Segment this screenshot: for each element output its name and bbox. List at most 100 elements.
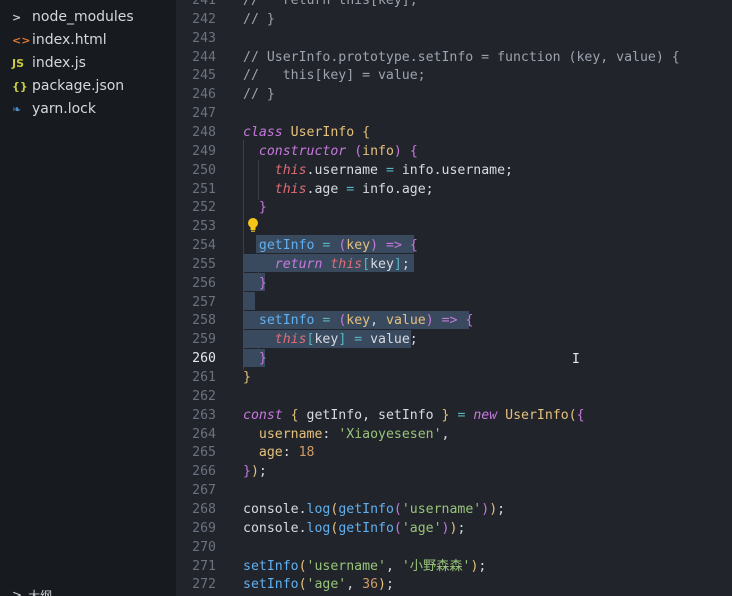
code-line[interactable]: 254 getInfo = (key) => { bbox=[176, 236, 732, 255]
code-text: // UserInfo.prototype.setInfo = function… bbox=[243, 49, 680, 65]
line-number: 248 bbox=[192, 124, 216, 140]
code-line[interactable]: 267 bbox=[176, 481, 732, 500]
code-text: // } bbox=[243, 11, 275, 27]
file-label: node_modules bbox=[32, 9, 134, 25]
code-text: } bbox=[258, 200, 267, 216]
code-line[interactable]: 270 bbox=[176, 538, 732, 557]
code-text: }); bbox=[243, 464, 267, 480]
chevron-right-icon: > bbox=[12, 10, 22, 24]
line-number: 243 bbox=[192, 30, 216, 46]
line-number: 245 bbox=[192, 68, 216, 84]
code-text: // this[key] = value; bbox=[243, 68, 426, 84]
code-line[interactable]: 244 // UserInfo.prototype.setInfo = funct… bbox=[176, 48, 732, 67]
code-line[interactable]: 263 const { getInfo, setInfo } = new User… bbox=[176, 406, 732, 425]
code-text: return this[key]; bbox=[274, 256, 410, 272]
line-number: 272 bbox=[192, 577, 216, 593]
code-text: getInfo = (key) => { bbox=[258, 238, 418, 254]
code-text: setInfo = (key, value) => { bbox=[258, 313, 474, 329]
outline-section[interactable]: > 大纲 bbox=[0, 588, 52, 596]
line-number: 251 bbox=[192, 181, 216, 197]
code-editor[interactable]: 241 // return this[key]; 242 // } 243 244 // U… bbox=[176, 0, 732, 596]
code-text: setInfo('username', '小野森森'); bbox=[243, 558, 487, 574]
code-text: setInfo('age', 36); bbox=[243, 577, 394, 593]
file-item-yarn-lock[interactable]: ❧ yarn.lock bbox=[12, 98, 96, 120]
code-line[interactable]: 251 this.age = info.age; bbox=[176, 180, 732, 199]
line-number: 270 bbox=[192, 539, 216, 555]
line-number: 264 bbox=[192, 426, 216, 442]
code-line[interactable]: 248 class UserInfo { bbox=[176, 123, 732, 142]
code-line[interactable]: 259 this[key] = value; bbox=[176, 330, 732, 349]
line-number: 246 bbox=[192, 87, 216, 103]
line-number: 242 bbox=[192, 11, 216, 27]
line-number: 256 bbox=[192, 275, 216, 291]
code-line[interactable]: 250 this.username = info.username; bbox=[176, 161, 732, 180]
line-number: 244 bbox=[192, 49, 216, 65]
code-text: class UserInfo { bbox=[243, 124, 371, 140]
code-line[interactable]: 265 age: 18 bbox=[176, 443, 732, 462]
code-line[interactable]: 269 console.log(getInfo('age')); bbox=[176, 519, 732, 538]
code-text: } bbox=[258, 275, 267, 291]
code-text: age: 18 bbox=[258, 445, 315, 461]
js-file-icon: JS bbox=[12, 56, 25, 70]
lightbulb-icon[interactable] bbox=[246, 217, 260, 233]
file-item-index-html[interactable]: <> index.html bbox=[12, 29, 107, 51]
code-line[interactable]: 252 } bbox=[176, 198, 732, 217]
code-line[interactable]: 243 bbox=[176, 29, 732, 48]
code-text: } bbox=[243, 370, 251, 385]
json-file-icon: {} bbox=[12, 79, 28, 93]
code-line[interactable]: 261} bbox=[176, 368, 732, 387]
code-line[interactable]: 264 username: 'Xiaoyesesen', bbox=[176, 425, 732, 444]
line-number: 269 bbox=[192, 520, 216, 536]
line-number: 267 bbox=[192, 483, 216, 499]
file-label: index.html bbox=[32, 32, 107, 48]
line-number: 247 bbox=[192, 106, 216, 122]
line-number: 255 bbox=[192, 256, 216, 272]
line-number: 271 bbox=[192, 558, 216, 574]
code-line[interactable]: 246 // } bbox=[176, 85, 732, 104]
chevron-right-icon: > bbox=[12, 588, 23, 596]
code-line[interactable]: 266}); bbox=[176, 462, 732, 481]
line-number: 257 bbox=[192, 294, 216, 310]
code-line[interactable]: 242 // } bbox=[176, 10, 732, 29]
code-text: username: 'Xiaoyesesen', bbox=[258, 426, 450, 442]
line-number: 241 bbox=[192, 0, 216, 8]
code-line[interactable]: 260 } bbox=[176, 349, 732, 368]
mouse-ibeam-cursor: I bbox=[572, 352, 580, 367]
file-explorer: > node_modules <> index.html JS index.js{} pac… bbox=[0, 0, 176, 596]
code-line[interactable]: 255 return this[key]; bbox=[176, 255, 732, 274]
line-number: 262 bbox=[192, 388, 216, 404]
file-item-package-json[interactable]: {} package.json bbox=[12, 75, 124, 97]
line-number: 252 bbox=[192, 200, 216, 216]
yarn-file-icon: ❧ bbox=[12, 102, 22, 116]
file-item-index-js[interactable]: JS index.js bbox=[12, 52, 86, 74]
file-item-node_modules[interactable]: > node_modules bbox=[12, 6, 134, 28]
code-text: this.username = info.username; bbox=[274, 162, 513, 178]
code-line[interactable]: 249 constructor (info) { bbox=[176, 142, 732, 161]
outline-label: 大纲 bbox=[28, 588, 53, 596]
line-number: 265 bbox=[192, 445, 216, 461]
vscode-window: > node_modules <> index.html JS index.js{} pac… bbox=[0, 0, 732, 596]
line-number: 254 bbox=[192, 238, 216, 254]
code-line[interactable]: 256 } bbox=[176, 274, 732, 293]
file-label: yarn.lock bbox=[32, 101, 96, 117]
code-text: console.log(getInfo('age')); bbox=[243, 520, 466, 536]
line-number: 258 bbox=[192, 313, 216, 329]
code-line[interactable]: 271 setInfo('username', '小野森森'); bbox=[176, 557, 732, 576]
code-line[interactable]: 257 bbox=[176, 293, 732, 312]
line-number: 261 bbox=[192, 370, 216, 385]
line-number: 268 bbox=[192, 501, 216, 517]
line-number: 266 bbox=[192, 464, 216, 480]
code-text: // return this[key]; bbox=[243, 0, 418, 8]
code-line[interactable]: 245 // this[key] = value; bbox=[176, 66, 732, 85]
line-number: 249 bbox=[192, 143, 216, 159]
code-line[interactable]: 258 setInfo = (key, value) => { bbox=[176, 311, 732, 330]
line-number: 263 bbox=[192, 407, 216, 423]
code-line[interactable]: 272 setInfo('age', 36); bbox=[176, 575, 732, 594]
code-text: this[key] = value; bbox=[274, 332, 418, 348]
line-number: 253 bbox=[192, 219, 216, 235]
code-line[interactable]: 247 bbox=[176, 104, 732, 123]
code-line[interactable]: 262 bbox=[176, 387, 732, 406]
code-line[interactable]: 268 console.log(getInfo('username')); bbox=[176, 500, 732, 519]
code-line[interactable]: 241 // return this[key]; bbox=[176, 0, 732, 10]
code-text: console.log(getInfo('username')); bbox=[243, 501, 506, 517]
